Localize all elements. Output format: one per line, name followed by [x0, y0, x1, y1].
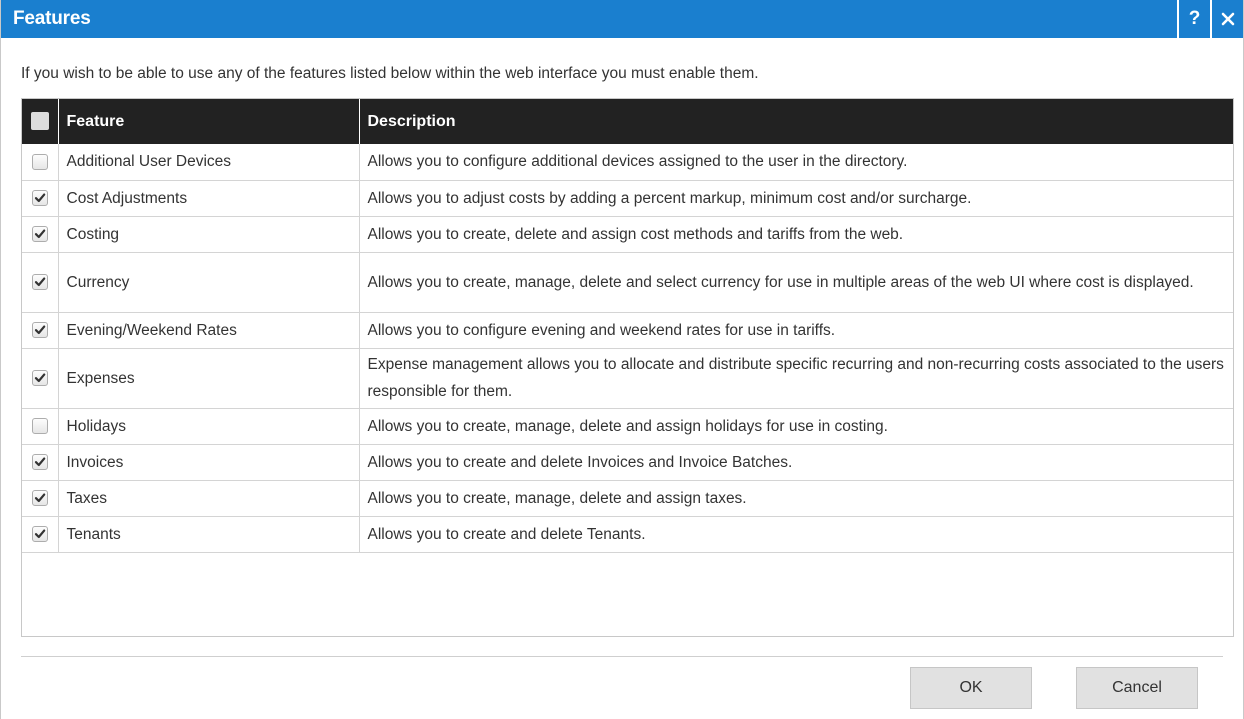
feature-name: Holidays: [58, 408, 360, 445]
feature-name: Evening/Weekend Rates: [58, 312, 360, 349]
row-checkbox-cell: [22, 480, 59, 517]
feature-checkbox[interactable]: [31, 454, 48, 471]
feature-name: Tenants: [58, 516, 360, 553]
feature-description: Allows you to create and delete Invoices…: [359, 444, 1233, 481]
table-row[interactable]: Additional User Devices Allows you to con…: [22, 144, 1233, 181]
feature-description: Allows you to create, manage, delete and…: [359, 408, 1233, 445]
row-checkbox-cell: [22, 252, 59, 313]
feature-description: Allows you to configure additional devic…: [359, 144, 1233, 181]
checkmark-icon: [34, 529, 46, 539]
row-checkbox-cell: [22, 216, 59, 253]
row-checkbox-cell: [22, 144, 59, 181]
features-dialog: Features ? If you wish to be able to use…: [0, 0, 1244, 719]
table-row[interactable]: Expenses Expense management allows you to…: [22, 348, 1233, 409]
checkmark-icon: [34, 229, 46, 239]
close-button[interactable]: [1210, 0, 1243, 38]
feature-name: Currency: [58, 252, 360, 313]
column-header-description[interactable]: Description: [359, 99, 1233, 144]
feature-checkbox[interactable]: [31, 418, 48, 435]
checkmark-icon: [34, 373, 46, 383]
checkmark-icon: [34, 277, 46, 287]
row-checkbox-cell: [22, 516, 59, 553]
checkmark-icon: [34, 493, 46, 503]
feature-description: Allows you to create and delete Tenants.: [359, 516, 1233, 553]
table-header-row: Feature Description: [22, 99, 1233, 144]
footer-divider: [21, 656, 1223, 657]
feature-checkbox[interactable]: [31, 490, 48, 507]
column-header-feature[interactable]: Feature: [58, 99, 360, 144]
feature-name: Taxes: [58, 480, 360, 517]
feature-checkbox[interactable]: [31, 226, 48, 243]
feature-description: Allows you to adjust costs by adding a p…: [359, 180, 1233, 217]
select-all-header: [22, 99, 59, 144]
help-icon: ?: [1188, 8, 1201, 29]
ok-button[interactable]: OK: [910, 667, 1032, 709]
table-row[interactable]: Tenants Allows you to create and delete T…: [22, 516, 1233, 553]
row-checkbox-cell: [22, 408, 59, 445]
feature-name: Cost Adjustments: [58, 180, 360, 217]
row-checkbox-cell: [22, 444, 59, 481]
dialog-title: Features: [13, 8, 91, 29]
checkmark-icon: [34, 193, 46, 203]
feature-name: Additional User Devices: [58, 144, 360, 181]
table-row[interactable]: Taxes Allows you to create, manage, delet…: [22, 480, 1233, 517]
feature-description: Allows you to create, delete and assign …: [359, 216, 1233, 253]
help-button[interactable]: ?: [1177, 0, 1210, 38]
table-row[interactable]: Currency Allows you to create, manage, de…: [22, 252, 1233, 313]
feature-checkbox[interactable]: [31, 526, 48, 543]
row-checkbox-cell: [22, 312, 59, 349]
feature-description: Expense management allows you to allocat…: [359, 348, 1233, 409]
table-row[interactable]: Invoices Allows you to create and delete …: [22, 444, 1233, 481]
row-checkbox-cell: [22, 180, 59, 217]
features-table: Feature Description Additional User Devi…: [22, 99, 1233, 553]
close-icon: [1221, 12, 1234, 26]
select-all-checkbox[interactable]: [30, 112, 49, 131]
table-body: Additional User Devices Allows you to con…: [22, 144, 1233, 553]
title-bar-buttons: ?: [1177, 0, 1243, 38]
table-row[interactable]: Evening/Weekend Rates Allows you to confi…: [22, 312, 1233, 349]
table-row[interactable]: Holidays Allows you to create, manage, de…: [22, 408, 1233, 445]
feature-checkbox[interactable]: [31, 190, 48, 207]
feature-checkbox[interactable]: [31, 370, 48, 387]
feature-name: Costing: [58, 216, 360, 253]
features-grid: Feature Description Additional User Devi…: [21, 98, 1234, 637]
feature-description: Allows you to create, manage, delete and…: [359, 252, 1233, 313]
title-bar: Features ?: [1, 0, 1243, 38]
intro-text: If you wish to be able to use any of the…: [21, 65, 759, 82]
feature-checkbox[interactable]: [31, 154, 48, 171]
table-row[interactable]: Cost Adjustments Allows you to adjust cos…: [22, 180, 1233, 217]
feature-name: Invoices: [58, 444, 360, 481]
cancel-button[interactable]: Cancel: [1076, 667, 1198, 709]
feature-checkbox[interactable]: [31, 322, 48, 339]
table-row[interactable]: Costing Allows you to create, delete and …: [22, 216, 1233, 253]
feature-name: Expenses: [58, 348, 360, 409]
feature-checkbox[interactable]: [31, 274, 48, 291]
checkmark-icon: [34, 457, 46, 467]
feature-description: Allows you to configure evening and week…: [359, 312, 1233, 349]
row-checkbox-cell: [22, 348, 59, 409]
feature-description: Allows you to create, manage, delete and…: [359, 480, 1233, 517]
checkmark-icon: [34, 325, 46, 335]
